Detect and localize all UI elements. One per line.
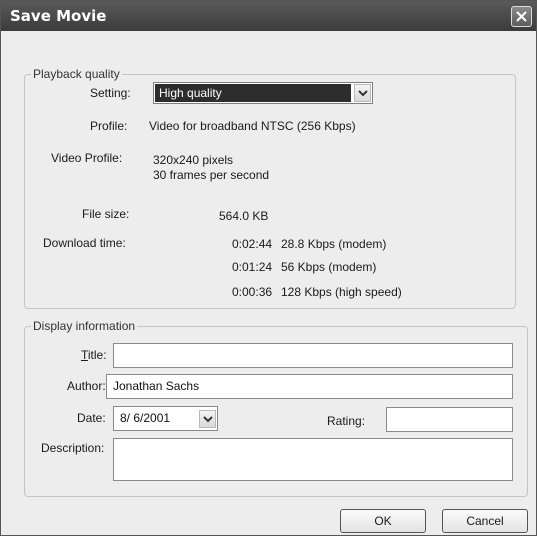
date-dropdown-button[interactable] (199, 410, 216, 428)
video-profile-line-2: 30 frames per second (153, 168, 270, 182)
video-profile-label: Video Profile: (51, 151, 123, 165)
cancel-button[interactable]: Cancel (442, 509, 528, 533)
download-time-3: 0:00:36 (232, 285, 273, 299)
rating-field[interactable] (386, 407, 513, 432)
profile-value: Video for broadband NTSC (256 Kbps) (149, 119, 356, 133)
setting-select[interactable]: High quality (153, 82, 373, 104)
description-label: Description: (41, 441, 105, 455)
display-information-legend: Display information (33, 319, 136, 333)
download-speed-3: 128 Kbps (high speed) (281, 285, 402, 299)
profile-label: Profile: (90, 119, 128, 133)
date-label: Date: (77, 411, 106, 425)
title-field[interactable] (113, 343, 513, 368)
file-size-value: 564.0 KB (219, 209, 269, 223)
close-button[interactable] (511, 6, 532, 27)
playback-quality-legend: Playback quality (33, 67, 120, 81)
description-field[interactable] (113, 438, 513, 481)
close-icon (516, 11, 527, 22)
video-profile-line-1: 320x240 pixels (153, 153, 234, 167)
save-movie-dialog: Save Movie Playback quality Setting: Hig… (0, 0, 537, 536)
date-picker[interactable]: 8/ 6/2001 (113, 406, 218, 431)
author-field[interactable]: Jonathan Sachs (106, 374, 513, 399)
setting-dropdown-button[interactable] (354, 84, 371, 102)
title-label: Title: (81, 348, 107, 362)
chevron-down-icon (358, 90, 368, 97)
download-time-label: Download time: (43, 236, 126, 250)
download-time-1: 0:02:44 (232, 237, 273, 251)
file-size-label: File size: (82, 207, 130, 221)
chevron-down-icon (203, 416, 213, 423)
setting-label: Setting: (90, 86, 131, 100)
ok-button[interactable]: OK (340, 509, 426, 533)
download-speed-1: 28.8 Kbps (modem) (281, 237, 387, 251)
download-time-2: 0:01:24 (232, 260, 273, 274)
title-bar[interactable]: Save Movie (1, 1, 536, 31)
setting-selected-value: High quality (155, 84, 351, 102)
author-label: Author: (67, 379, 106, 393)
download-speed-2: 56 Kbps (modem) (281, 260, 377, 274)
rating-label: Rating: (327, 414, 366, 428)
window-title: Save Movie (10, 7, 107, 25)
date-value: 8/ 6/2001 (120, 411, 171, 425)
